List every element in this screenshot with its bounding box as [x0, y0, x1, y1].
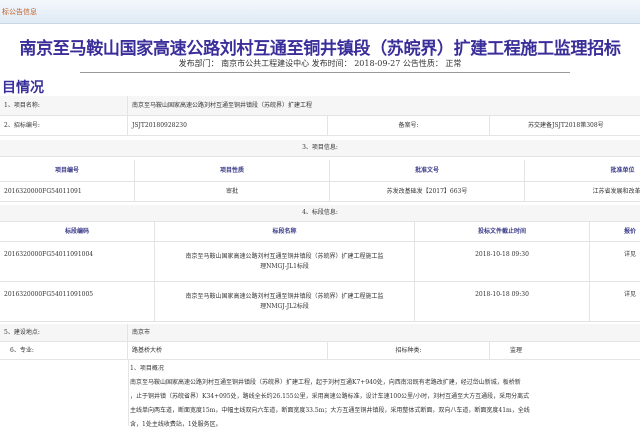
cell: 审批	[135, 182, 330, 201]
label: 5、建设地点:	[0, 324, 128, 341]
col-header: 批准单位	[610, 166, 635, 174]
desc-line: 主线单向两车道，断面宽度15m，中幅主线双向六车道，断面宽度33.5m；大方互通…	[130, 407, 530, 414]
section-info-heading: 4、标段信息:	[0, 205, 640, 222]
project-info-header: 项目编号 项目性质 批准文号 批准单位	[0, 160, 640, 182]
table-row: 2016320000FG54011091004 南京至马鞍山国家高速公路刘村互通…	[0, 242, 640, 282]
desc-line: 1、项目概况	[130, 365, 164, 372]
divider	[128, 360, 129, 426]
cell-link[interactable]: 详见	[590, 242, 640, 281]
row-major: 6、专业: 路基桥大桥 招标种类: 监理	[0, 342, 640, 360]
col-header: 项目性质	[135, 160, 330, 181]
section-info-header: 标段编码 标段名称 投标文件截止时间 报价	[0, 222, 640, 242]
breadcrumb[interactable]: 标公告信息	[2, 7, 37, 17]
desc-line: ，止于铜井镇（苏皖省界）K34+095处，路线全长约26.155公里，采用高速公…	[130, 393, 530, 400]
value: JSJT20180928230	[128, 116, 328, 135]
col-header: 批准文号	[330, 160, 525, 181]
project-info-heading: 3、项目信息:	[0, 140, 640, 157]
cell: 南京至马鞍山国家高速公路刘村互通至铜井镇段（苏皖界）扩建工程施工监理NMGJ-J…	[155, 242, 415, 281]
col-header: 标段名称	[155, 222, 415, 241]
top-bar	[0, 0, 640, 24]
label: 1、项目名称:	[0, 96, 128, 115]
cell: 2016320000FG54011091004	[0, 242, 155, 281]
publish-meta: 发布部门： 南京市公共工程建设中心 发布时间： 2018-09-27 公告性质：…	[178, 59, 462, 68]
label: 2、招标编号:	[0, 116, 128, 135]
value: 南京至马鞍山国家高速公路刘村互通至铜井镇段（苏皖界）扩建工程	[132, 101, 313, 109]
cell: 2016320000FG54011091	[0, 182, 135, 201]
col-header: 报价	[623, 227, 636, 235]
record-label: 备案号:	[328, 116, 490, 135]
row-project-name: 1、项目名称: 南京至马鞍山国家高速公路刘村互通至铜井镇段（苏皖界）扩建工程	[0, 96, 640, 116]
section-title: 目情况	[2, 80, 44, 96]
heading: 4、标段信息:	[302, 209, 338, 216]
type-value: 监理	[510, 346, 523, 354]
cell: 2018-10-18 09:30	[415, 242, 590, 281]
project-description: 1、项目概况 南京至马鞍山国家高速公路刘村互通至铜井镇段（苏皖界）扩建工程，起于…	[130, 362, 640, 432]
divider	[80, 72, 570, 73]
type-label: 招标种类:	[328, 342, 490, 359]
record-value: 苏交建备JSJT2018第308号	[528, 121, 604, 129]
label: 6、专业:	[0, 342, 128, 359]
table-row: 2016320000FG54011091005 南京至马鞍山国家高速公路刘村互通…	[0, 282, 640, 322]
cell: 江苏省发展和改革委员	[592, 187, 640, 195]
table-row: 2016320000FG54011091 审批 苏发改基础发【2017】663号…	[0, 182, 640, 202]
cell: 苏发改基础发【2017】663号	[330, 182, 525, 201]
col-header: 投标文件截止时间	[415, 222, 590, 241]
cell-link[interactable]: 详见	[590, 282, 640, 321]
page-title: 南京至马鞍山国家高速公路刘村互通至铜井镇段（苏皖界）扩建工程施工监理招标	[19, 39, 621, 59]
value: 南京市	[132, 328, 151, 336]
cell: 南京至马鞍山国家高速公路刘村互通至铜井镇段（苏皖界）扩建工程施工监理NMGJ-J…	[155, 282, 415, 321]
cell: 2018-10-18 09:30	[415, 282, 590, 321]
desc-line: 含，1处主线收费站，1处服务区。	[130, 421, 222, 428]
cell: 2016320000FG54011091005	[0, 282, 155, 321]
desc-line: 南京至马鞍山国家高速公路刘村互通至铜井镇段（苏皖界）扩建工程，起于刘村互通K7+…	[130, 379, 521, 386]
col-header: 标段编码	[0, 222, 155, 241]
heading: 3、项目信息:	[302, 144, 338, 151]
col-header: 项目编号	[0, 160, 135, 181]
row-location: 5、建设地点: 南京市	[0, 324, 640, 342]
row-tender-no: 2、招标编号: JSJT20180928230 备案号: 苏交建备JSJT201…	[0, 116, 640, 136]
value: 路基桥大桥	[128, 342, 328, 359]
